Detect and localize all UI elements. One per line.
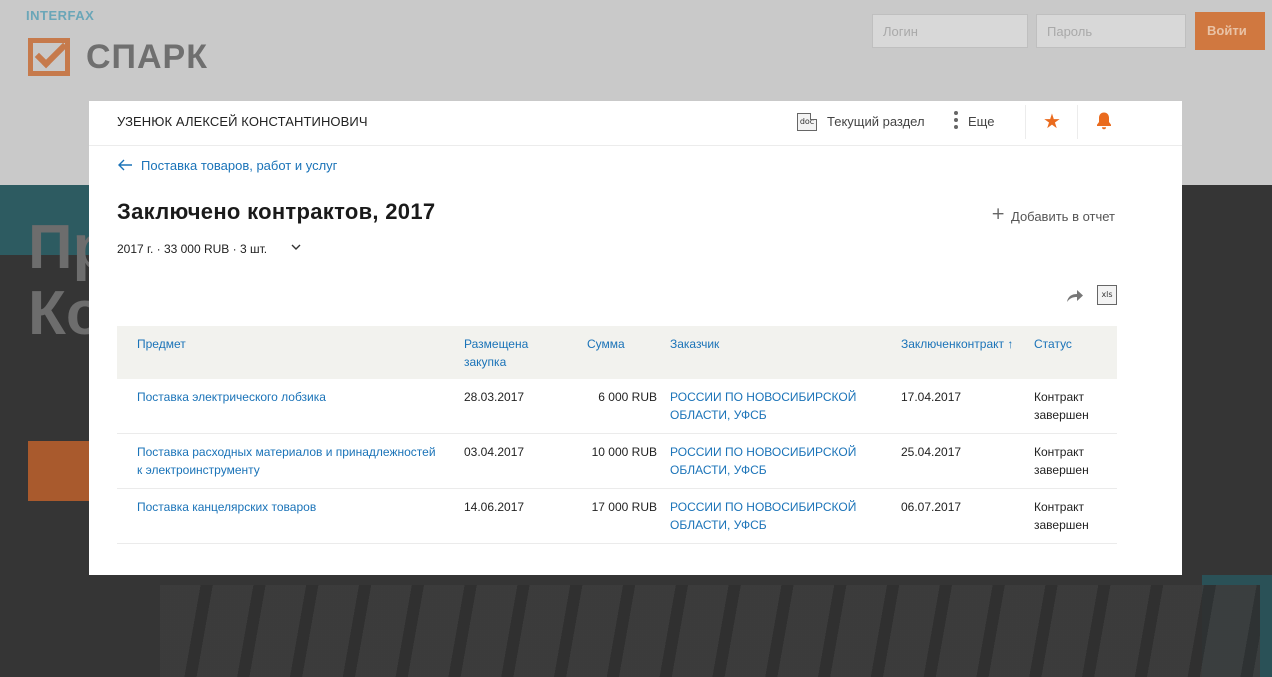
row-concluded-date: 17.04.2017 — [901, 390, 962, 404]
column-customer[interactable]: Заказчик — [670, 335, 890, 353]
row-customer-link[interactable]: РОССИИ ПО НОВОСИБИРСКОЙ ОБЛАСТИ, УФСБ — [670, 388, 890, 424]
row-status: Контракт завершен — [1034, 445, 1089, 477]
column-subject[interactable]: Предмет — [137, 335, 437, 353]
plus-icon[interactable]: + — [991, 206, 1005, 223]
modal-topbar: УЗЕНЮК АЛЕКСЕЙ КОНСТАНТИНОВИЧ doc Текущи… — [89, 101, 1182, 146]
bell-icon[interactable] — [1095, 111, 1113, 131]
person-name: УЗЕНЮК АЛЕКСЕЙ КОНСТАНТИНОВИЧ — [117, 114, 368, 129]
row-published-date: 28.03.2017 — [464, 390, 525, 404]
table-row: Поставка расходных материалов и принадле… — [117, 434, 1117, 489]
page-title: Заключено контрактов, 2017 — [117, 199, 436, 224]
topbar-divider — [1025, 105, 1026, 139]
row-status: Контракт завершен — [1034, 500, 1089, 532]
interfax-logo: INTERFAX — [26, 8, 95, 23]
row-customer-link[interactable]: РОССИИ ПО НОВОСИБИРСКОЙ ОБЛАСТИ, УФСБ — [670, 498, 890, 534]
doc-icon[interactable]: doc — [797, 113, 817, 131]
chevron-down-icon[interactable] — [290, 241, 302, 253]
column-status[interactable]: Статус — [1034, 335, 1114, 353]
star-icon[interactable]: ★ — [1043, 109, 1061, 133]
row-sum: 10 000 RUB — [591, 445, 657, 459]
add-to-report-button[interactable]: Добавить в отчет — [1011, 209, 1115, 224]
back-link[interactable]: Поставка товаров, работ и услуг — [141, 158, 337, 173]
contracts-modal: УЗЕНЮК АЛЕКСЕЙ КОНСТАНТИНОВИЧ doc Текущи… — [89, 101, 1182, 575]
current-section-button[interactable]: Текущий раздел — [827, 114, 925, 129]
table-row: Поставка канцелярских товаров 14.06.2017… — [117, 489, 1117, 544]
row-status: Контракт завершен — [1034, 390, 1089, 422]
back-arrow-icon[interactable] — [117, 159, 133, 171]
hero-keyboard-image — [160, 585, 1260, 677]
hero-button[interactable] — [28, 441, 90, 501]
table-header: Предмет Размещена закупка Сумма Заказчик… — [117, 326, 1117, 379]
topbar-divider — [1077, 105, 1078, 139]
summary-text: 2017 г. · 33 000 RUB · 3 шт. — [117, 242, 268, 256]
xls-export-icon[interactable]: xls — [1097, 285, 1117, 305]
password-input[interactable]: Пароль — [1036, 14, 1186, 48]
row-concluded-date: 06.07.2017 — [901, 500, 962, 514]
row-published-date: 14.06.2017 — [464, 500, 525, 514]
login-input[interactable]: Логин — [872, 14, 1028, 48]
row-subject-link[interactable]: Поставка электрического лобзика — [137, 388, 437, 406]
row-sum: 6 000 RUB — [598, 390, 657, 404]
share-icon[interactable] — [1065, 287, 1085, 305]
row-customer-link[interactable]: РОССИИ ПО НОВОСИБИРСКОЙ ОБЛАСТИ, УФСБ — [670, 443, 890, 479]
row-subject-link[interactable]: Поставка расходных материалов и принадле… — [137, 443, 437, 479]
column-sum[interactable]: Сумма — [587, 335, 661, 353]
more-vertical-icon[interactable] — [953, 111, 959, 133]
more-button[interactable]: Еще — [968, 114, 994, 129]
table-row: Поставка электрического лобзика 28.03.20… — [117, 379, 1117, 434]
row-published-date: 03.04.2017 — [464, 445, 525, 459]
contracts-table: Предмет Размещена закупка Сумма Заказчик… — [117, 326, 1117, 544]
row-subject-link[interactable]: Поставка канцелярских товаров — [137, 498, 437, 516]
column-published[interactable]: Размещена закупка — [464, 335, 574, 371]
login-button[interactable]: Войти — [1195, 12, 1265, 50]
column-concluded[interactable]: Заключенконтракт ↑ — [901, 335, 1031, 353]
row-concluded-date: 25.04.2017 — [901, 445, 962, 459]
spark-logo: СПАРК — [86, 38, 208, 76]
row-sum: 17 000 RUB — [591, 500, 657, 514]
